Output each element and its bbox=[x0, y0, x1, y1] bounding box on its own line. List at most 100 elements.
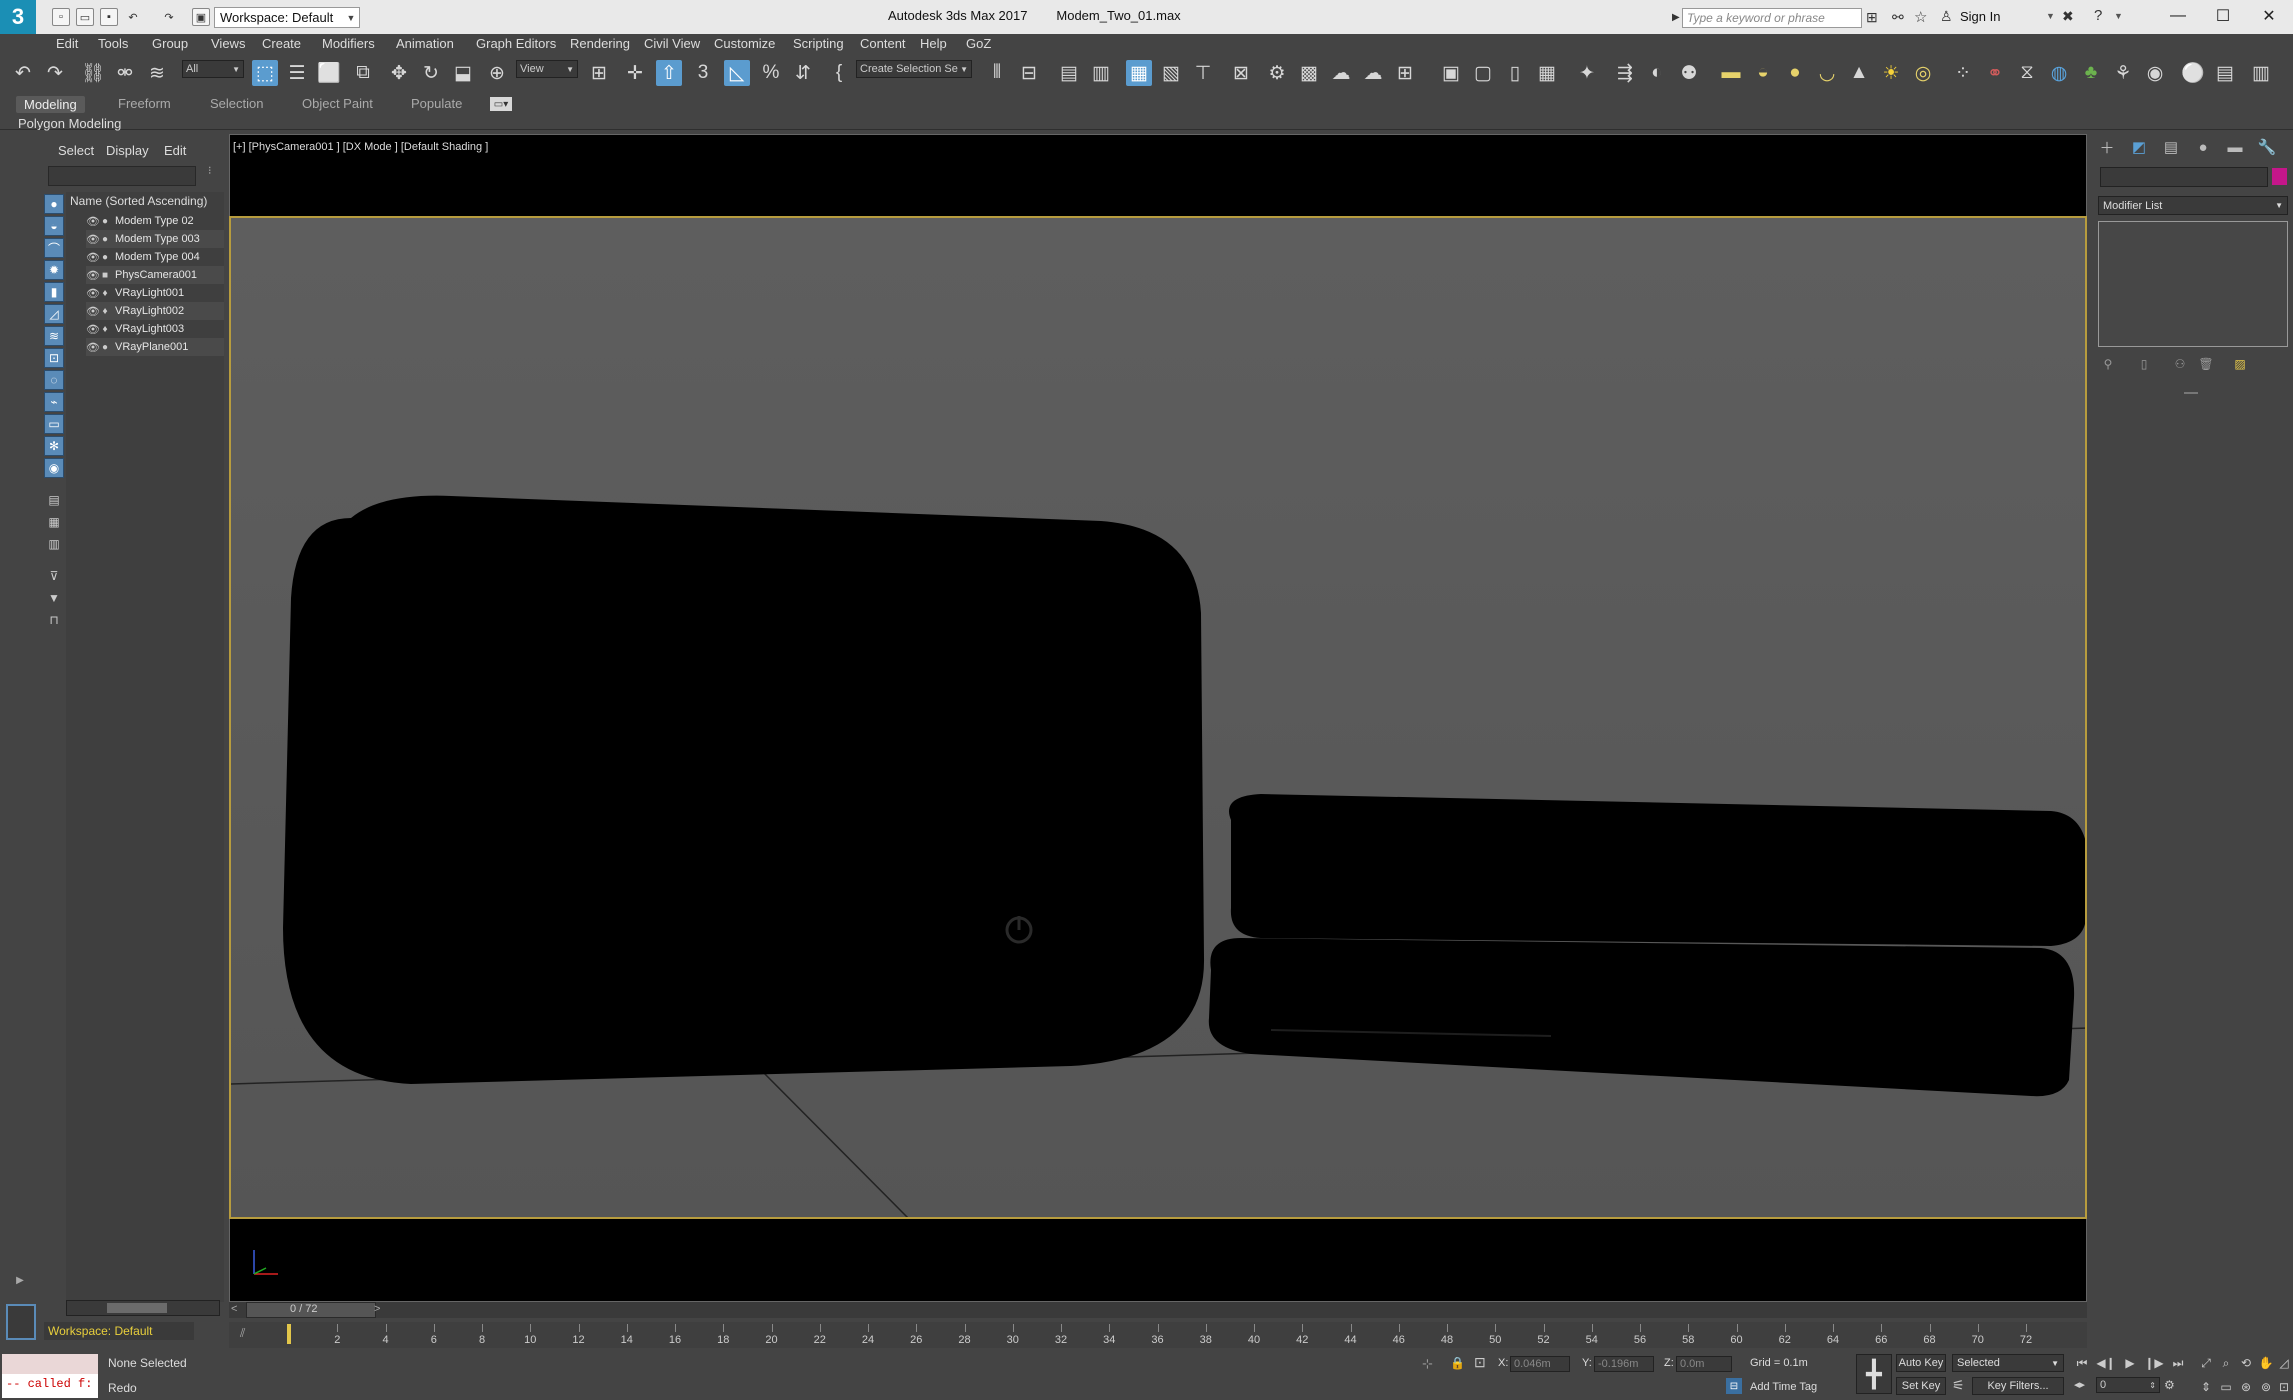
edit-named-selection-icon[interactable]: { bbox=[826, 60, 852, 86]
z-coordinate-field[interactable]: 0.0m bbox=[1676, 1356, 1732, 1372]
vray-sphere-fade-icon[interactable]: ◍ bbox=[2046, 60, 2072, 86]
pivot-center-icon[interactable]: ⊞ bbox=[586, 60, 612, 86]
menu-goz[interactable]: GoZ bbox=[966, 36, 991, 51]
display-containers-icon[interactable]: ▭ bbox=[44, 414, 64, 434]
key-filters-button[interactable]: Key Filters... bbox=[1972, 1377, 2064, 1395]
vray-dome-icon[interactable]: ◒ bbox=[1750, 60, 1776, 86]
ref-coord-dropdown[interactable]: View ▼ bbox=[516, 60, 578, 78]
material-sphere-icon[interactable]: ⚪ bbox=[2180, 60, 2206, 86]
undo-icon[interactable]: ↶ bbox=[10, 60, 36, 86]
current-frame-field[interactable]: 0 ⇕ bbox=[2096, 1377, 2160, 1393]
new-file-icon[interactable]: ▫ bbox=[52, 8, 70, 26]
vray-frame-buffer-icon[interactable]: ▣ bbox=[1438, 60, 1464, 86]
keyboard-shortcut-override-icon[interactable]: ⇧ bbox=[656, 60, 682, 86]
vray-toggle-icon[interactable]: ◐ bbox=[1644, 60, 1670, 86]
display-helpers-icon[interactable]: ◿ bbox=[44, 304, 64, 324]
vray-light-lister-icon[interactable]: ✦ bbox=[1574, 60, 1600, 86]
next-frame-icon[interactable]: > bbox=[374, 1303, 380, 1315]
explorer-options-icon[interactable]: ⊓ bbox=[44, 610, 64, 630]
hierarchy-tab-icon[interactable]: ▤ bbox=[2160, 137, 2182, 157]
selection-filter-dropdown[interactable]: All ▼ bbox=[182, 60, 244, 78]
display-frozen-icon[interactable]: ✻ bbox=[44, 436, 64, 456]
ribbon-tab-selection[interactable]: Selection bbox=[210, 96, 263, 111]
scene-search-input[interactable] bbox=[48, 166, 196, 186]
scrollbar-thumb[interactable] bbox=[107, 1303, 167, 1313]
menu-edit[interactable]: Edit bbox=[56, 36, 78, 51]
select-by-name-icon[interactable]: ☰ bbox=[284, 60, 310, 86]
roll-icon[interactable]: ⊛ bbox=[2236, 1378, 2256, 1396]
ribbon-options-icon[interactable]: ▭▾ bbox=[490, 97, 512, 111]
user-icon[interactable]: ♙ bbox=[1940, 8, 1953, 25]
project-folder-icon[interactable]: ▣ bbox=[192, 8, 210, 26]
rectangular-selection-icon[interactable]: ⬜ bbox=[316, 60, 342, 86]
scene-options-icon[interactable]: ⁝ bbox=[208, 164, 212, 177]
align-icon[interactable]: ⊟ bbox=[1016, 60, 1042, 86]
render-setup-icon[interactable]: ⚙ bbox=[1264, 60, 1290, 86]
eye-icon[interactable]: 👁 bbox=[86, 215, 100, 228]
menu-rendering[interactable]: Rendering bbox=[570, 36, 630, 51]
search-expand-icon[interactable]: ▶ bbox=[1672, 12, 1680, 23]
scene-item-vraylight001[interactable]: 👁 ♦ VRayLight001 bbox=[86, 284, 224, 302]
menu-tools[interactable]: Tools bbox=[98, 36, 128, 51]
make-unique-icon[interactable]: ⚇ bbox=[2172, 356, 2188, 372]
unlink-icon[interactable]: ⚮ bbox=[112, 60, 138, 86]
select-and-scale-icon[interactable]: ⬓ bbox=[450, 60, 476, 86]
eye-icon[interactable]: 👁 bbox=[86, 269, 100, 282]
schematic-view-icon[interactable]: ⊤ bbox=[1190, 60, 1216, 86]
vray-decal-icon[interactable]: ⚘ bbox=[2110, 60, 2136, 86]
workspace-dropdown[interactable]: Workspace: Default ▼ bbox=[214, 7, 360, 28]
vray-ambient-icon[interactable]: ◎ bbox=[1910, 60, 1936, 86]
search-input[interactable]: Type a keyword or phrase bbox=[1682, 8, 1862, 28]
display-children-icon[interactable]: ▥ bbox=[44, 534, 64, 554]
window-crossing-icon[interactable]: ⧉ bbox=[350, 60, 376, 86]
display-lights-icon[interactable]: ✹ bbox=[44, 260, 64, 280]
named-selection-set-dropdown[interactable]: Create Selection Se ▼ bbox=[856, 60, 972, 78]
scene-tab-select[interactable]: Select bbox=[58, 143, 94, 158]
vray-sphere-light-icon[interactable]: ● bbox=[1782, 60, 1808, 86]
auto-key-button[interactable]: Auto Key bbox=[1896, 1354, 1946, 1372]
help-icon[interactable]: ? bbox=[2094, 7, 2102, 24]
scene-item-vrayplane001[interactable]: 👁 ● VRayPlane001 bbox=[86, 338, 224, 356]
snaps-toggle-icon[interactable]: 3 bbox=[690, 60, 716, 86]
eye-icon[interactable]: 👁 bbox=[86, 287, 100, 300]
minimize-icon[interactable]: — bbox=[2155, 2, 2201, 30]
asset-tracking-icon[interactable]: ▤ bbox=[2212, 60, 2238, 86]
render-in-cloud-icon[interactable]: ☁ bbox=[1360, 60, 1386, 86]
filter-funnel-icon[interactable]: ⊽ bbox=[44, 566, 64, 586]
show-end-result-icon[interactable]: ▯ bbox=[2136, 356, 2152, 372]
camera-safe-frame[interactable] bbox=[229, 216, 2087, 1219]
field-of-view-icon[interactable]: ◿ bbox=[2274, 1354, 2293, 1372]
display-bones-icon[interactable]: ⌁ bbox=[44, 392, 64, 412]
undo-icon[interactable]: ↶ bbox=[124, 8, 142, 26]
vray-scatter-icon[interactable]: ♣ bbox=[2078, 60, 2104, 86]
app-logo-icon[interactable]: 3 bbox=[0, 0, 36, 34]
mirror-icon[interactable]: ⫴ bbox=[984, 60, 1010, 86]
vray-lister-icon[interactable]: ▦ bbox=[1534, 60, 1560, 86]
motion-tab-icon[interactable]: ● bbox=[2192, 137, 2214, 157]
maxscript-output[interactable]: -- called f: bbox=[6, 1377, 92, 1391]
set-key-icon[interactable]: ╋ bbox=[1856, 1354, 1892, 1394]
eye-icon[interactable]: 👁 bbox=[86, 323, 100, 336]
layer-explorer-icon[interactable]: ▤ bbox=[1056, 60, 1082, 86]
pin-stack-icon[interactable]: ⚲ bbox=[2100, 356, 2116, 372]
viewport-label[interactable]: [+] [PhysCamera001 ] [DX Mode ] [Default… bbox=[233, 141, 488, 153]
subscription-icon[interactable]: ⚯ bbox=[1892, 9, 1904, 26]
vray-render-icon[interactable]: ▢ bbox=[1470, 60, 1496, 86]
redo-icon[interactable]: ↷ bbox=[160, 8, 178, 26]
scene-horizontal-scrollbar[interactable] bbox=[66, 1300, 220, 1316]
close-icon[interactable]: ✕ bbox=[2246, 2, 2292, 30]
vray-material-icon[interactable]: ◉ bbox=[2142, 60, 2168, 86]
scene-tab-display[interactable]: Display bbox=[106, 143, 149, 158]
sign-in-link[interactable]: Sign In bbox=[1960, 9, 2000, 24]
maximize-icon[interactable]: ☐ bbox=[2200, 2, 2246, 30]
favorites-star-icon[interactable]: ☆ bbox=[1914, 8, 1927, 26]
redo-icon[interactable]: ↷ bbox=[42, 60, 68, 86]
selection-lock-icon[interactable]: 🔒 bbox=[1450, 1356, 1465, 1370]
go-to-end-icon[interactable]: ⏭ bbox=[2168, 1354, 2188, 1372]
modifier-list-dropdown[interactable]: Modifier List ▼ bbox=[2098, 196, 2288, 215]
scene-item-modem-type-003[interactable]: 👁 ● Modem Type 003 bbox=[86, 230, 224, 248]
y-coordinate-field[interactable]: -0.196m bbox=[1594, 1356, 1654, 1372]
display-hidden-icon[interactable]: ◉ bbox=[44, 458, 64, 478]
select-and-link-icon[interactable]: ⛓ bbox=[80, 60, 106, 86]
scene-column-header[interactable]: Name (Sorted Ascending) bbox=[70, 194, 207, 208]
